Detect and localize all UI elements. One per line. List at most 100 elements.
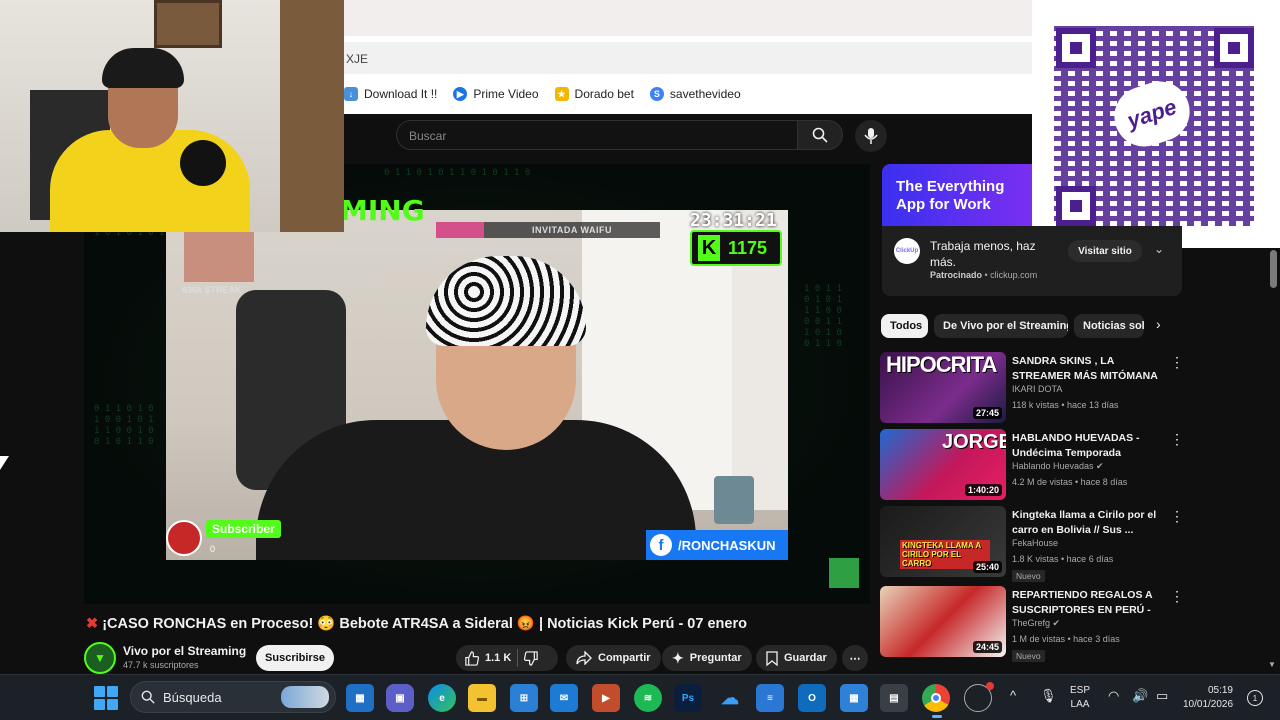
wifi-icon[interactable]: ◠ xyxy=(1108,688,1119,704)
ask-label: Preguntar xyxy=(689,652,742,664)
channel-name[interactable]: TheGrefg ✔ xyxy=(1012,618,1060,629)
new-badge: Nuevo xyxy=(1012,570,1045,582)
video-title[interactable]: Kingteka llama a Cirilo por el carro en … xyxy=(1012,508,1158,538)
ad-banner[interactable]: The Everything App for Work xyxy=(882,164,1032,226)
search-button[interactable] xyxy=(797,120,843,150)
calculator-icon[interactable]: ▤ xyxy=(880,684,908,712)
channel-name[interactable]: Vivo por el Streaming xyxy=(123,644,246,658)
more-actions-button[interactable]: ⋯ xyxy=(842,645,868,671)
bookmark-label: Dorado bet xyxy=(574,87,634,101)
save-label: Guardar xyxy=(784,652,827,664)
bookmark-savethevideo[interactable]: S savethevideo xyxy=(649,87,741,101)
video-title[interactable]: REPARTIENDO REGALOS A SUSCRIPTORES EN PE… xyxy=(1012,588,1158,618)
video-thumbnail[interactable]: HIPOCRITA 27:45 xyxy=(880,352,1006,423)
chip-noticias[interactable]: Noticias sol xyxy=(1074,314,1144,338)
chevron-right-icon[interactable]: › xyxy=(1156,316,1161,332)
bookmark-prime-video[interactable]: ▶ Prime Video xyxy=(453,87,539,101)
channel-watermark-icon[interactable] xyxy=(829,558,859,588)
language-indicator[interactable]: ESP LAA xyxy=(1070,684,1090,712)
subscriber-count: 0 xyxy=(210,544,216,554)
bookmark-icon xyxy=(766,650,778,666)
ad-menu-chevron-icon[interactable]: ⌄ xyxy=(1154,242,1164,256)
calendar-icon[interactable]: ▦ xyxy=(840,684,868,712)
bookmark-download-it[interactable]: ↓ Download It !! xyxy=(344,87,437,101)
taskbar-clock[interactable]: 05:19 10/01/2026 xyxy=(1183,684,1233,712)
share-label: Compartir xyxy=(598,652,651,664)
address-bar[interactable]: XJE xyxy=(344,42,1032,74)
recommendation-item[interactable]: JORGE 1:40:20 HABLANDO HUEVADAS - Undéci… xyxy=(880,429,1184,503)
prime-video-icon: ▶ xyxy=(453,87,468,101)
mouse-cursor-icon xyxy=(0,456,9,470)
chevron-up-icon[interactable]: ^ xyxy=(1010,688,1016,703)
video-title[interactable]: HABLANDO HUEVADAS - Undécima Temporada [… xyxy=(1012,431,1158,461)
streak-label: 636k STREAK xyxy=(182,285,242,295)
visit-site-button[interactable]: Visitar sitio xyxy=(1068,240,1142,262)
search-input[interactable]: Buscar xyxy=(396,120,798,150)
video-thumbnail[interactable]: JORGE 1:40:20 xyxy=(880,429,1006,500)
ad-text: Trabaja menos, haz más. xyxy=(930,239,1036,269)
ad-domain: clickup.com xyxy=(990,270,1038,280)
photoshop-icon[interactable]: Ps xyxy=(674,684,702,712)
spotify-icon[interactable]: ≋ xyxy=(634,684,662,712)
notepad-icon[interactable]: ≡ xyxy=(756,684,784,712)
address-text: XJE xyxy=(346,52,369,66)
share-button[interactable]: Compartir xyxy=(566,645,661,671)
channel-name[interactable]: Hablando Huevadas ✔ xyxy=(1012,461,1104,472)
date: 10/01/2026 xyxy=(1183,699,1234,710)
thumbnail-text: HIPOCRITA xyxy=(886,352,997,377)
voice-search-button[interactable] xyxy=(855,120,887,152)
bookmark-dorado-bet[interactable]: ★ Dorado bet xyxy=(554,87,634,101)
chip-todos[interactable]: Todos xyxy=(881,314,928,338)
video-title: ✖ ¡CASO RONCHAS en Proceso! 😳 Bebote ATR… xyxy=(86,615,747,632)
facebook-handle: /RONCHASKUN xyxy=(678,537,776,553)
subscribe-button[interactable]: Suscribirse xyxy=(256,645,334,671)
more-options-icon[interactable]: ⋮ xyxy=(1170,431,1184,448)
mail-icon[interactable]: ✉ xyxy=(550,684,578,712)
channel-name[interactable]: FekaHouse xyxy=(1012,538,1058,548)
recommendation-item[interactable]: HIPOCRITA 27:45 SANDRA SKINS , LA STREAM… xyxy=(880,352,1184,426)
teams-icon[interactable]: ▣ xyxy=(386,684,414,712)
channel-avatar[interactable]: ▼ xyxy=(84,642,116,674)
waifu-progress-bar: INVITADA WAIFU xyxy=(436,222,660,238)
media-player-icon[interactable]: ▶ xyxy=(592,684,620,712)
task-view-icon[interactable]: ▦ xyxy=(346,684,374,712)
file-explorer-icon[interactable]: ▬ xyxy=(468,684,496,712)
volume-icon[interactable]: 🔊 xyxy=(1132,688,1148,704)
microsoft-store-icon[interactable]: ⊞ xyxy=(510,684,538,712)
bookmark-label: Prime Video xyxy=(473,87,539,101)
video-thumbnail[interactable]: 24:45 xyxy=(880,586,1006,657)
recommendation-item[interactable]: 24:45 REPARTIENDO REGALOS A SUSCRIPTORES… xyxy=(880,586,1184,662)
dislike-button[interactable] xyxy=(524,650,539,666)
video-meta: 1 M de vistas • hace 3 días xyxy=(1012,634,1120,644)
battery-icon[interactable]: ▭ xyxy=(1156,688,1168,704)
video-thumbnail[interactable]: KINGTEKA LLAMA A CIRILO POR EL CARRO 25:… xyxy=(880,506,1006,577)
save-button[interactable]: Guardar xyxy=(756,645,837,671)
channel-name[interactable]: IKARI DOTA xyxy=(1012,384,1062,394)
scrollbar-thumb[interactable] xyxy=(1270,250,1277,288)
dorado-bet-icon: ★ xyxy=(554,87,569,101)
scroll-down-arrow-icon[interactable]: ▼ xyxy=(1268,660,1276,669)
chrome-icon[interactable] xyxy=(922,684,950,718)
taskbar-search[interactable]: Búsqueda xyxy=(130,681,336,713)
page-scrollbar[interactable] xyxy=(1268,248,1280,672)
microphone-icon[interactable]: 🎙 xyxy=(1040,688,1057,704)
video-title[interactable]: SANDRA SKINS , LA STREAMER MÁS MITÓMANA … xyxy=(1012,354,1158,384)
onedrive-icon[interactable]: ☁ xyxy=(716,684,744,712)
like-button[interactable]: 1.1 K xyxy=(464,650,511,666)
notification-badge[interactable]: 1 xyxy=(1247,690,1263,706)
obs-icon[interactable] xyxy=(964,682,994,712)
kick-count: 1175 xyxy=(728,237,768,258)
windows-start-icon[interactable] xyxy=(94,686,118,710)
more-options-icon[interactable]: ⋮ xyxy=(1170,508,1184,525)
download-icon: ↓ xyxy=(344,87,358,101)
outlook-icon[interactable]: O xyxy=(798,684,826,712)
more-options-icon[interactable]: ⋮ xyxy=(1170,588,1184,605)
chip-de-vivo-por-el-streaming[interactable]: De Vivo por el Streaming xyxy=(934,314,1068,338)
browser-tab-strip xyxy=(344,0,1032,42)
edge-icon[interactable]: e xyxy=(428,684,456,712)
ask-button[interactable]: ✦ Preguntar xyxy=(662,645,752,671)
more-options-icon[interactable]: ⋮ xyxy=(1170,354,1184,371)
video-duration: 24:45 xyxy=(972,641,1002,653)
facebook-icon: f xyxy=(650,534,672,556)
recommendation-item[interactable]: KINGTEKA LLAMA A CIRILO POR EL CARRO 25:… xyxy=(880,506,1184,582)
